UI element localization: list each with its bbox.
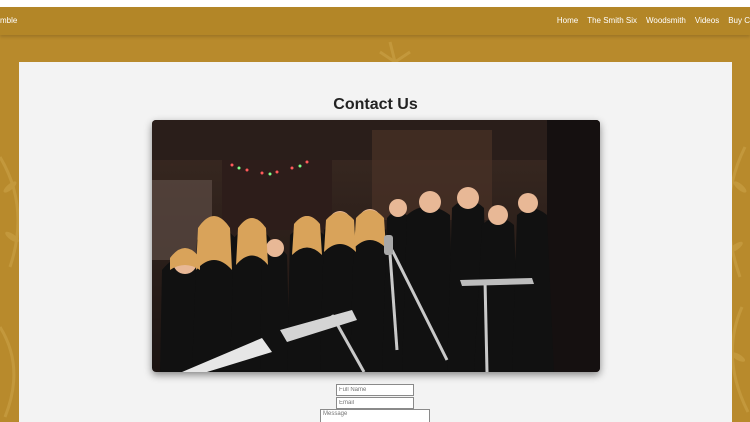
email-input[interactable] [336,397,414,409]
full-name-input[interactable] [336,384,414,396]
nav-link-the-smith-six[interactable]: The Smith Six [587,16,637,25]
group-photo-icon [152,120,600,372]
message-textarea[interactable] [320,409,430,422]
content-panel: Contact Us [19,62,732,422]
group-photo [152,120,600,372]
nav-link-woodsmith[interactable]: Woodsmith [646,16,686,25]
site-brand[interactable]: mble [0,16,17,25]
page-title: Contact Us [333,96,418,113]
nav-link-buy[interactable]: Buy C [728,16,750,25]
top-navigation-bar: mble Home The Smith Six Woodsmith Videos… [0,7,750,35]
nav-links: Home The Smith Six Woodsmith Videos Buy … [557,16,750,25]
nav-link-home[interactable]: Home [557,16,578,25]
nav-link-videos[interactable]: Videos [695,16,719,25]
